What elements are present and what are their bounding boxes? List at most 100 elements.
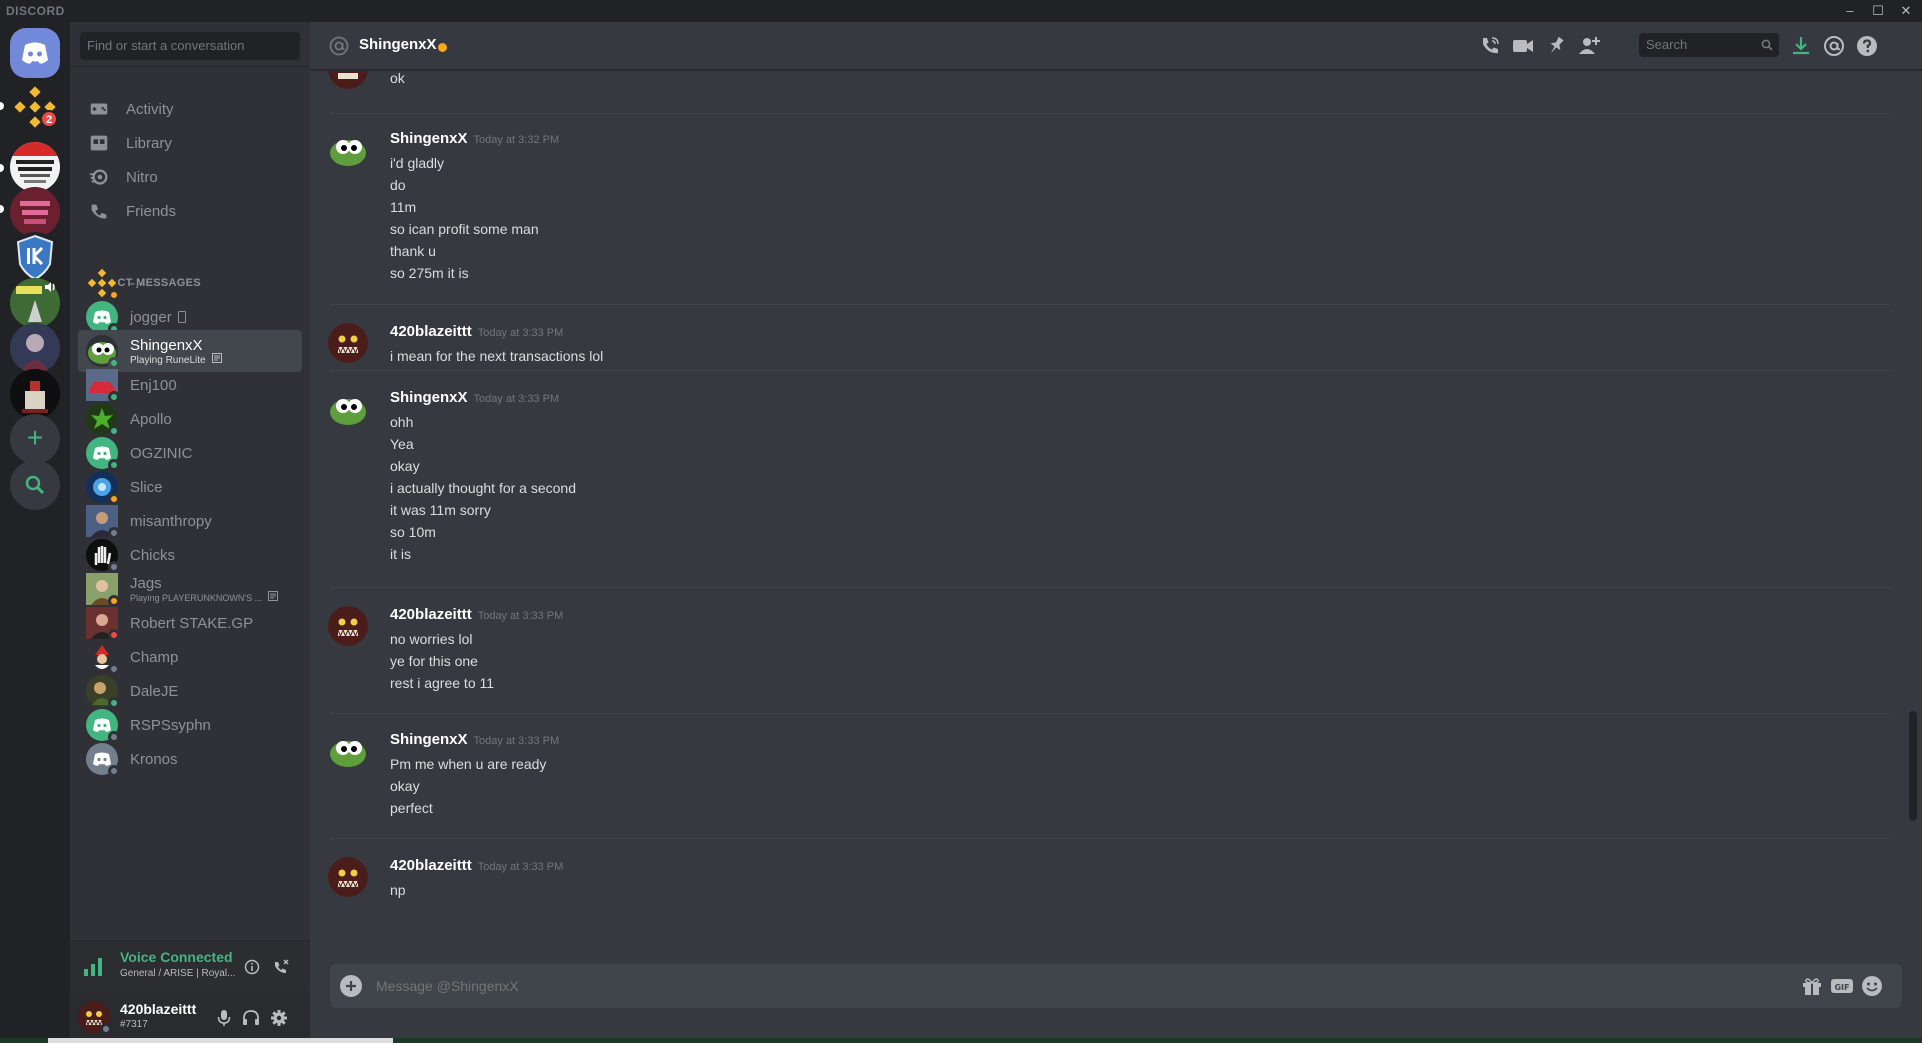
message-author[interactable]: 420blazeittt — [390, 857, 472, 874]
dm-item[interactable]: Kronos — [78, 738, 302, 780]
help-icon[interactable] — [1855, 34, 1879, 58]
search-icon — [1761, 39, 1773, 51]
disconnect-call-icon[interactable] — [272, 958, 290, 976]
message-author[interactable]: ShingenxX — [390, 731, 468, 748]
avatar[interactable] — [328, 130, 368, 170]
nitro-icon — [89, 169, 108, 185]
message-input[interactable] — [376, 964, 1776, 1008]
download-icon[interactable] — [1789, 34, 1813, 58]
dm-name: misanthropy — [130, 512, 212, 530]
dm-sidebar: Find or start a conversation Activity Li… — [70, 22, 310, 1043]
nav-label: Library — [126, 134, 172, 152]
dm-name: RSPSsyphn — [130, 716, 211, 734]
monster-avatar-icon — [328, 323, 368, 363]
frog-avatar-icon — [328, 130, 368, 170]
chat-search-input[interactable]: Search — [1639, 33, 1779, 57]
nav-friends[interactable]: Friends — [78, 190, 302, 232]
add-friend-icon[interactable] — [1577, 34, 1601, 58]
maximize-button[interactable]: ☐ — [1864, 0, 1892, 22]
nav-label: Activity — [126, 100, 174, 118]
mobile-icon — [177, 311, 186, 323]
avatar — [86, 505, 120, 539]
avatar — [86, 369, 120, 403]
guild-castle[interactable] — [10, 369, 60, 419]
voice-status-title[interactable]: Voice Connected — [120, 949, 233, 965]
speaker-icon — [45, 282, 55, 292]
title-bar: DISCORD – ☐ ✕ — [0, 0, 1922, 22]
message-line: ok — [390, 71, 405, 86]
message-line: so 10m — [390, 524, 436, 540]
message-line: thank u — [390, 243, 436, 259]
guild-dark-figure[interactable] — [10, 323, 60, 373]
dm-name: jogger — [130, 308, 172, 326]
dm-name: Kronos — [130, 750, 178, 768]
current-user-tag: #7317 — [120, 1019, 148, 1030]
voice-channel-name[interactable]: General / ARISE | Royal... — [120, 968, 235, 979]
avatar[interactable] — [328, 857, 368, 897]
discord-app: DISCORD – ☐ ✕ 2 + Find or start a conver… — [0, 0, 1922, 1043]
discord-logo-icon — [22, 42, 48, 64]
message-author[interactable]: 420blazeittt — [390, 606, 472, 623]
video-call-icon[interactable] — [1511, 34, 1535, 58]
friends-icon — [91, 204, 107, 219]
dm-name: DaleJE — [130, 682, 179, 700]
message-author[interactable]: ShingenxX — [390, 130, 468, 147]
dm-name: Chicks — [130, 546, 176, 564]
upload-button[interactable] — [340, 975, 362, 997]
add-server-button[interactable]: + — [10, 414, 60, 464]
sidebar-divider — [70, 66, 310, 67]
emoji-icon[interactable] — [1860, 974, 1884, 998]
avatar[interactable] — [328, 71, 368, 89]
explore-servers-button[interactable] — [10, 460, 60, 510]
avatar — [86, 607, 120, 641]
message-author[interactable]: ShingenxX — [390, 389, 468, 406]
message-line: rest i agree to 11 — [390, 675, 495, 691]
avatar — [86, 403, 120, 437]
microphone-icon[interactable] — [216, 1009, 232, 1027]
headphones-icon[interactable] — [242, 1009, 260, 1027]
monster-avatar-icon — [328, 606, 368, 646]
message-line: i'd gladly — [390, 155, 445, 171]
avatar — [86, 743, 120, 777]
message-composer: GIF — [330, 964, 1902, 1008]
status-indicator — [438, 43, 447, 52]
plus-icon: + — [26, 422, 44, 453]
avatar — [86, 267, 120, 301]
gif-icon[interactable]: GIF — [1830, 974, 1854, 998]
chat-header: ShingenxX Search — [310, 22, 1922, 70]
gift-icon[interactable] — [1800, 974, 1824, 998]
library-icon — [90, 135, 108, 151]
avatar[interactable] — [328, 731, 368, 771]
mentions-icon[interactable] — [1822, 34, 1846, 58]
info-icon[interactable] — [244, 959, 260, 975]
dm-name: Jags — [130, 575, 162, 592]
message-timestamp: Today at 3:33 PM — [473, 735, 560, 747]
scrollbar-thumb[interactable] — [1909, 711, 1917, 821]
message-author[interactable]: 420blazeittt — [390, 323, 472, 340]
guild-pink-center[interactable] — [10, 187, 60, 237]
dm-name: Enj100 — [130, 376, 177, 394]
frog-avatar-icon — [328, 389, 368, 429]
find-conversation-input[interactable]: Find or start a conversation — [80, 32, 300, 60]
voice-call-icon[interactable] — [1478, 34, 1502, 58]
app-brand: DISCORD — [6, 4, 65, 18]
settings-gear-icon[interactable] — [270, 1009, 288, 1027]
message-divider — [330, 713, 1890, 714]
guild-demolition[interactable] — [10, 142, 60, 192]
close-window-button[interactable]: ✕ — [1892, 0, 1920, 22]
home-button[interactable] — [10, 28, 60, 78]
message-timestamp: Today at 3:33 PM — [473, 393, 560, 405]
message-list: ok ShingenxX Today at 3:32 PM i'd gladly … — [310, 71, 1922, 964]
guild-ik[interactable] — [10, 232, 60, 282]
avatar[interactable] — [328, 323, 368, 363]
message-divider — [330, 304, 1890, 305]
unread-pill — [0, 164, 4, 172]
voice-connection-panel: Voice Connected General / ARISE | Royal.… — [70, 940, 310, 990]
minimize-button[interactable]: – — [1836, 0, 1864, 22]
unread-pill — [0, 205, 4, 213]
avatar[interactable] — [328, 389, 368, 429]
avatar[interactable] — [328, 606, 368, 646]
avatar — [86, 471, 120, 505]
pin-icon[interactable] — [1544, 34, 1568, 58]
message-timestamp: Today at 3:32 PM — [473, 134, 560, 146]
